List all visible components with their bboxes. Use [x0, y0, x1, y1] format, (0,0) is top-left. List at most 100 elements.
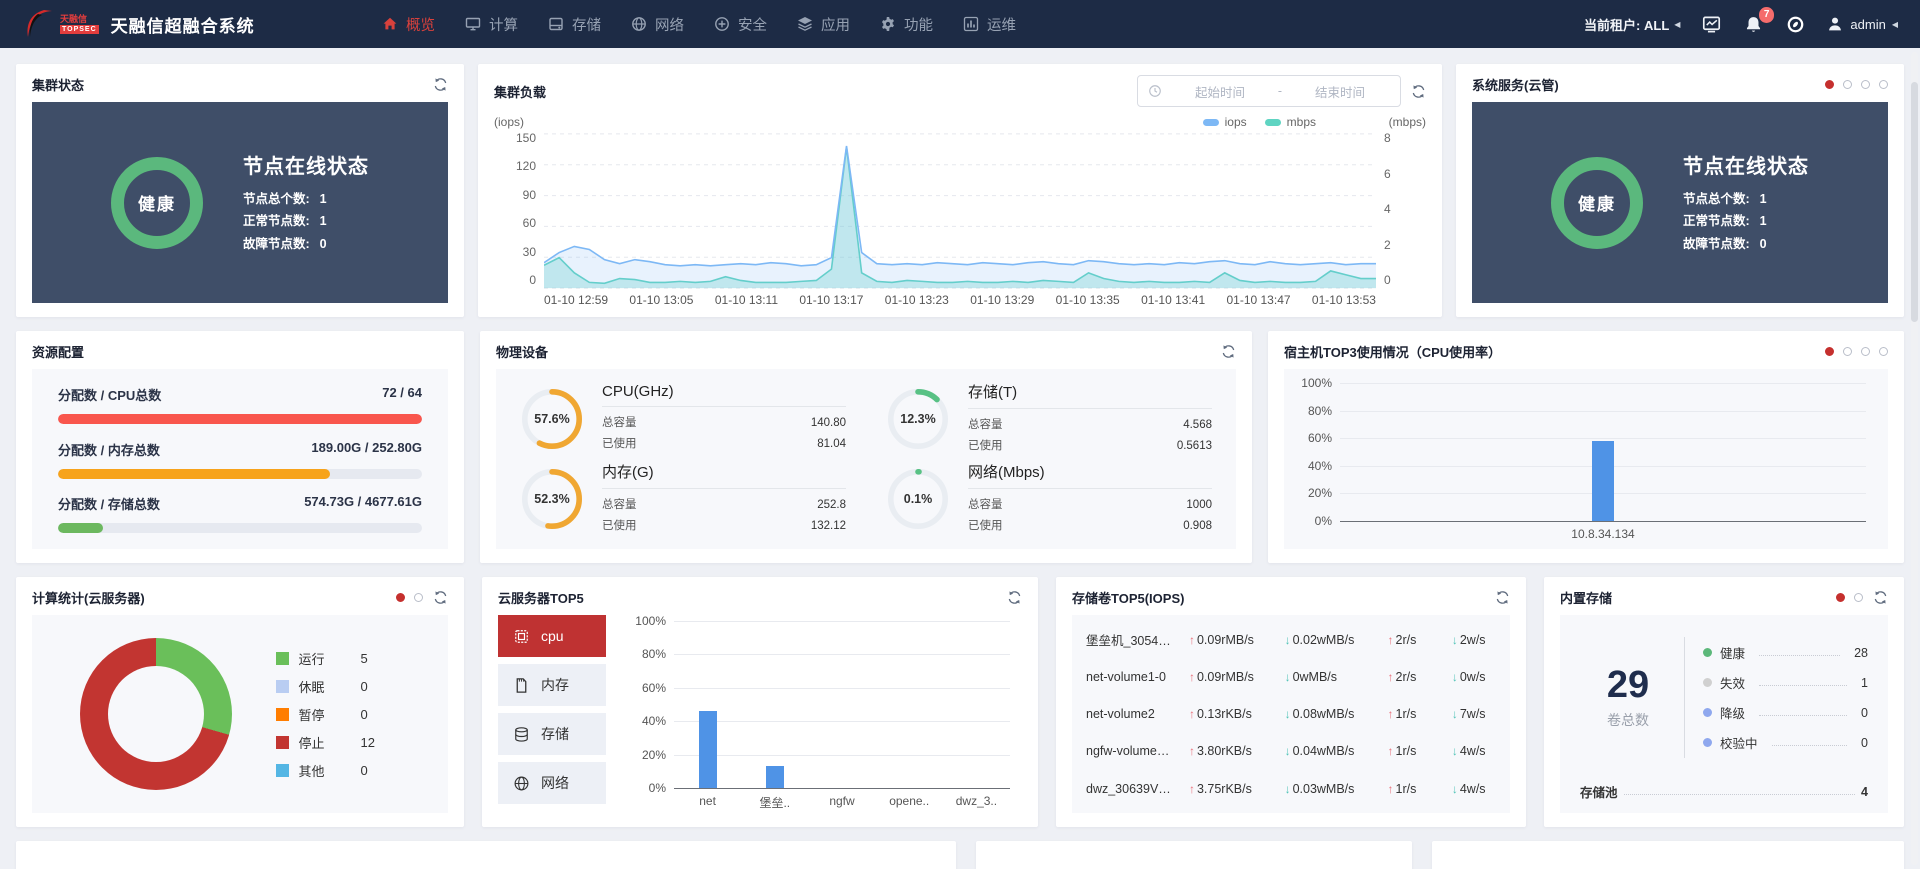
node-status-heading: 节点在线状态 [243, 150, 369, 179]
nav-item-function[interactable]: 功能 [880, 14, 933, 35]
cluster-load-card: 集群负载 起始时间 - 结束时间 (iops) [478, 64, 1442, 317]
nav-item-operations[interactable]: 运维 [963, 14, 1016, 35]
pagination-dot[interactable] [1825, 80, 1834, 89]
builtin-storage-card: 内置存储 29 卷总数 健康28 [1544, 577, 1904, 827]
node-stat: 节点总个数:1 [1683, 188, 1809, 211]
server-state-donut-chart [80, 638, 232, 790]
left-axis-label: (iops) [494, 115, 544, 129]
card-title: 系统服务(云管) [1472, 75, 1559, 94]
scrollbar-thumb[interactable] [1911, 82, 1918, 322]
legend-iops[interactable]: iops [1203, 115, 1247, 129]
down-arrow-icon: ↓ [1285, 707, 1291, 721]
time-range-picker[interactable]: 起始时间 - 结束时间 [1137, 75, 1401, 107]
alarm-bell-icon[interactable]: 7 [1742, 13, 1764, 35]
pagination-dots [396, 593, 423, 602]
database-icon [513, 726, 530, 743]
resource-config-card: 资源配置 分配数 / CPU总数72 / 64 分配数 / 内存总数189.00… [16, 331, 464, 563]
up-arrow-icon: ↑ [1189, 782, 1195, 796]
user-menu[interactable]: admin ◀ [1826, 15, 1898, 33]
pagination-dot[interactable] [1836, 593, 1845, 602]
tab-memory[interactable]: 内存 [498, 664, 606, 706]
up-arrow-icon: ↑ [1189, 633, 1195, 647]
page-scrollbar [1911, 52, 1918, 865]
legend-sleeping: 休眠0 [276, 677, 401, 696]
memory-progress-bar [58, 469, 330, 479]
legend-paused: 暂停0 [276, 705, 401, 724]
card-title: 物理设备 [496, 342, 548, 361]
end-time-placeholder[interactable]: 结束时间 [1290, 82, 1390, 101]
monitoring-screen-icon[interactable] [1700, 13, 1722, 35]
memory-card-icon [513, 677, 530, 694]
nav-item-network[interactable]: 网络 [631, 14, 684, 35]
down-arrow-icon: ↓ [1452, 782, 1458, 796]
compute-stats-card: 计算统计(云服务器) 运行5 休眠0 暂停0 停止12 其他0 [16, 577, 464, 827]
storage-state-failed: 失效1 [1703, 673, 1868, 692]
pagination-dot[interactable] [1861, 80, 1870, 89]
nav-item-compute[interactable]: 计算 [465, 14, 518, 35]
nav-item-security[interactable]: 安全 [714, 14, 767, 35]
clock-icon [1148, 84, 1162, 98]
pagination-dot[interactable] [1879, 347, 1888, 356]
tenant-selector[interactable]: 当前租户: ALL ◀ [1584, 15, 1680, 34]
topsec-swoosh-icon [22, 9, 56, 39]
metric-tabs: cpu 内存 存储 网络 [498, 615, 606, 813]
cpu-chip-icon [513, 628, 530, 645]
refresh-icon[interactable] [433, 590, 448, 605]
pagination-dot[interactable] [1843, 347, 1852, 356]
tab-network[interactable]: 网络 [498, 762, 606, 804]
storage-usage-gauge: 12.3% [886, 387, 950, 451]
chart-legend: iops mbps [1203, 115, 1316, 129]
logo-text-en: TOPSEC [60, 25, 99, 34]
pagination-dot[interactable] [1879, 80, 1888, 89]
refresh-icon[interactable] [1495, 590, 1510, 605]
up-arrow-icon: ↑ [1189, 670, 1195, 684]
card-title: 内置存储 [1560, 588, 1612, 607]
legend-mbps[interactable]: mbps [1265, 115, 1316, 129]
refresh-icon[interactable] [433, 77, 448, 92]
server-top5-card: 云服务器TOP5 cpu 内存 存储 [482, 577, 1038, 827]
gear-icon [880, 16, 896, 32]
partial-card [16, 841, 956, 869]
refresh-icon[interactable] [1221, 344, 1236, 359]
storage-progress-bar [58, 523, 103, 533]
table-row: net-volume1-0 ↑0.09rMB/s ↓0wMB/s ↑2r/s ↓… [1086, 662, 1496, 691]
tab-cpu[interactable]: cpu [498, 615, 606, 657]
tab-storage[interactable]: 存储 [498, 713, 606, 755]
globe-icon [513, 775, 530, 792]
divider [1684, 637, 1685, 758]
cpu-allocation: 分配数 / CPU总数72 / 64 [58, 385, 422, 424]
pagination-dots [1825, 347, 1888, 356]
refresh-icon[interactable] [1007, 590, 1022, 605]
refresh-icon[interactable] [1873, 590, 1888, 605]
x-axis-labels: 01-10 12:5901-10 13:0501-10 13:1101-10 1… [544, 293, 1376, 307]
pagination-dot[interactable] [1861, 347, 1870, 356]
start-time-placeholder[interactable]: 起始时间 [1170, 82, 1270, 101]
home-icon [382, 16, 398, 32]
network-usage-gauge: 0.1% [886, 467, 950, 531]
pagination-dot[interactable] [1825, 347, 1834, 356]
volume-top5-card: 存储卷TOP5(IOPS) 堡垒机_3054… ↑0.09rMB/s ↓0.02… [1056, 577, 1526, 827]
card-title: 集群负载 [494, 82, 546, 101]
volume-total: 29 卷总数 [1580, 633, 1676, 762]
nav-item-storage[interactable]: 存储 [548, 14, 601, 35]
legend-stopped: 停止12 [276, 733, 401, 752]
nav-item-overview[interactable]: 概览 [382, 14, 435, 35]
pagination-dot[interactable] [1854, 593, 1863, 602]
table-row: net-volume2 ↑0.13rKB/s ↓0.08wMB/s ↑1r/s … [1086, 700, 1496, 729]
main-nav: 概览 计算 存储 网络 安全 应用 功能 运维 [382, 14, 1016, 35]
right-axis-label: (mbps) [1376, 115, 1426, 129]
cpu-usage-gauge: 57.6% [520, 387, 584, 451]
node-stat: 故障节点数:0 [243, 233, 369, 256]
caret-icon: ◀ [1674, 20, 1680, 29]
pagination-dot[interactable] [1843, 80, 1852, 89]
refresh-icon[interactable] [1411, 84, 1426, 99]
nav-item-application[interactable]: 应用 [797, 14, 850, 35]
security-icon [714, 16, 730, 32]
pagination-dot[interactable] [414, 593, 423, 602]
screen-toggle-icon[interactable] [1784, 13, 1806, 35]
left-axis-ticks: 1501209060300 [494, 131, 544, 287]
server-top5-bar-chart: 100%80%60%40%20%0%net堡垒..ngfwopene..dwz_… [620, 615, 1022, 813]
down-arrow-icon: ↓ [1452, 744, 1458, 758]
pagination-dot[interactable] [396, 593, 405, 602]
network-gauge-cell: 0.1% 网络(Mbps) 总容量1000 已使用0.908 [886, 459, 1212, 539]
